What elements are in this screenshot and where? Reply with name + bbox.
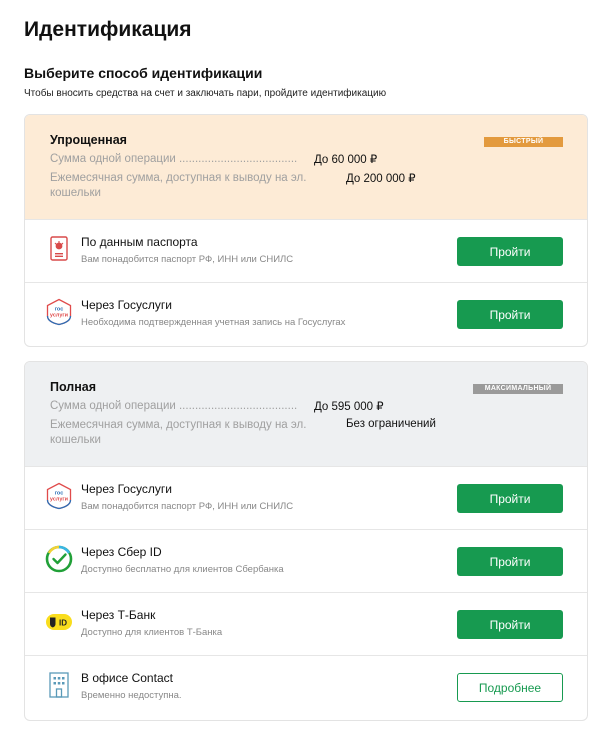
method-description: Необходима подтвержденная учетная запись… [81,317,346,328]
max-badge: МАКСИМАЛЬНЫЙ [473,384,563,394]
tbank-id-icon: ID [45,608,73,636]
method-sber-id: Через Сбер ID Доступно бесплатно для кли… [25,529,587,592]
method-description: Вам понадобится паспорт РФ, ИНН или СНИЛ… [81,501,294,512]
gosuslugi-full-start-button[interactable]: Пройти [457,484,563,513]
section-subtitle: Чтобы вносить средства на счет и заключа… [24,88,387,99]
single-operation-value: До 60 000 ₽ [314,154,378,166]
monthly-withdraw-value: До 200 000 ₽ [346,173,416,185]
method-description: Доступно для клиентов Т-Банка [81,627,223,638]
method-gosuslugi-simplified: гос услуги Через Госуслуги Необходима по… [25,282,587,345]
simplified-identification-card: Упрощенная БЫСТРЫЙ Сумма одной операции … [24,114,588,347]
method-description: Вам понадобится паспорт РФ, ИНН или СНИЛ… [81,254,294,265]
method-contact-office: В офисе Contact Временно недоступна. Под… [25,655,587,718]
passport-icon [45,235,73,263]
section-title: Выберите способ идентификации [24,65,263,81]
gosuslugi-icon-text: услуги [50,497,68,503]
gosuslugi-icon: гос услуги [45,298,73,326]
method-passport: По данным паспорта Вам понадобится паспо… [25,219,587,282]
fast-badge: БЫСТРЫЙ [484,137,563,147]
single-operation-value: До 595 000 ₽ [314,401,384,413]
method-title: Через Сбер ID [81,545,162,559]
single-operation-label: Сумма одной операции ...................… [50,153,298,165]
sber-id-start-button[interactable]: Пройти [457,547,563,576]
method-title: В офисе Contact [81,671,173,685]
method-title: Через Госуслуги [81,298,172,312]
monthly-withdraw-label: Ежемесячная сумма, доступная к выводу на… [50,172,307,199]
level-title: Полная [50,380,97,394]
tbank-id-icon-text: ID [59,619,67,628]
contact-office-details-button[interactable]: Подробнее [457,673,563,702]
full-identification-card: Полная МАКСИМАЛЬНЫЙ Сумма одной операции… [24,361,588,721]
gosuslugi-icon: гос услуги [45,482,73,510]
method-gosuslugi-full: гос услуги Через Госуслуги Вам понадобит… [25,466,587,529]
page-title: Идентификация [24,18,192,41]
office-building-icon [45,671,73,699]
level-title: Упрощенная [50,133,127,147]
monthly-withdraw-value: Без ограничений [346,418,436,430]
method-title: По данным паспорта [81,235,198,249]
passport-start-button[interactable]: Пройти [457,237,563,266]
simplified-card-header: Упрощенная БЫСТРЫЙ Сумма одной операции … [25,115,587,219]
full-card-header: Полная МАКСИМАЛЬНЫЙ Сумма одной операции… [25,362,587,466]
single-operation-label: Сумма одной операции ...................… [50,400,298,412]
method-title: Через Т-Банк [81,608,156,622]
monthly-withdraw-label: Ежемесячная сумма, доступная к выводу на… [50,419,307,446]
method-description: Временно недоступна. [81,690,182,701]
method-tbank: ID Через Т-Банк Доступно для клиентов Т-… [25,592,587,655]
method-title: Через Госуслуги [81,482,172,496]
gosuslugi-icon-text: услуги [50,313,68,319]
tbank-start-button[interactable]: Пройти [457,610,563,639]
sber-id-icon [45,545,73,573]
gosuslugi-start-button[interactable]: Пройти [457,300,563,329]
method-description: Доступно бесплатно для клиентов Сбербанк… [81,564,284,575]
